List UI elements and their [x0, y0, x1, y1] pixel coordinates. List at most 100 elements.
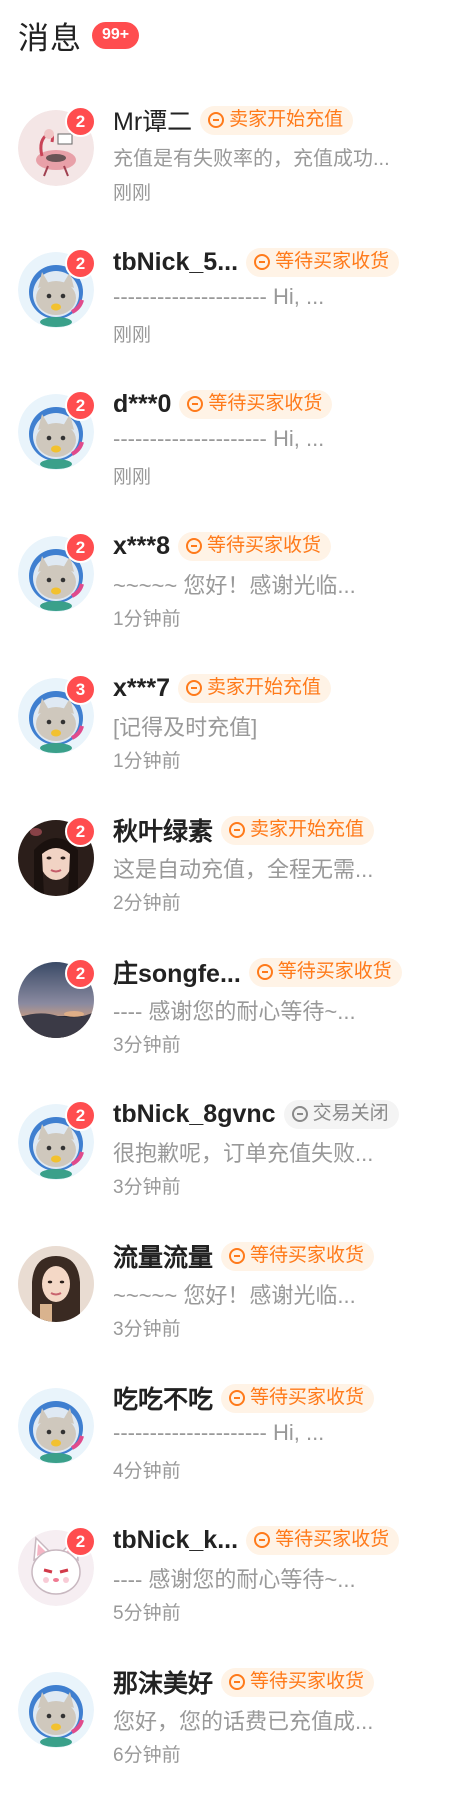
- avatar-wrapper: 2: [18, 390, 96, 470]
- avatar-wrapper: 2: [18, 958, 96, 1038]
- message-preview: --------------------- Hi, ...: [113, 284, 325, 309]
- message-time: 3分钟前: [113, 1319, 181, 1340]
- conversation-item[interactable]: 吃吃不吃 等待买家收货 --------------------- Hi, ... 4…: [0, 1376, 460, 1518]
- contact-name: 秋叶绿素: [113, 818, 214, 846]
- minus-circle-icon: [186, 537, 202, 554]
- message-time: 刚刚: [113, 183, 152, 204]
- contact-name: tbNick_5...: [113, 247, 239, 276]
- order-status-label: 等待买家收货: [250, 1244, 365, 1266]
- conversation-item[interactable]: 2 tbNick_5... 等待买家收货 --------------------- …: [0, 240, 460, 382]
- minus-circle-icon: [229, 1247, 246, 1264]
- unread-count-badge: 99+: [92, 21, 140, 49]
- message-time: 刚刚: [113, 325, 152, 346]
- conversation-item[interactable]: 3 x***7 卖家开始充值 [记得及时充值] 1分钟前: [0, 666, 460, 808]
- conversation-list: 2 Mr谭二 卖家开始充值 充值是有失败率的，充值成功... 刚刚 2 tbNick_5..…: [0, 98, 460, 1797]
- minus-circle-icon: [291, 1105, 308, 1122]
- woman-photo-avatar: [18, 1246, 94, 1322]
- message-time: 4分钟前: [113, 1461, 181, 1482]
- name-row: tbNick_8gvnc 交易关闭: [113, 1096, 450, 1132]
- order-status-label: 等待买家收货: [277, 960, 392, 982]
- minus-circle-icon: [256, 963, 273, 980]
- message-preview: [记得及时充值]: [113, 715, 258, 740]
- message-preview: --------------------- Hi, ...: [113, 1420, 325, 1445]
- unread-badge: 2: [65, 958, 96, 989]
- order-status-tag: 卖家开始充值: [221, 815, 375, 845]
- name-row: Mr谭二 卖家开始充值: [113, 102, 450, 138]
- minus-circle-icon: [229, 1673, 246, 1690]
- conversation-item[interactable]: 2 秋叶绿素 卖家开始充值 这是自动充值，全程无需... 2分钟前: [0, 808, 460, 950]
- conversation-item[interactable]: 流量流量 等待买家收货 ~~~~~ 您好！感谢光临... 3分钟前: [0, 1234, 460, 1376]
- avatar-wrapper: 2: [18, 1526, 96, 1606]
- conversation-item[interactable]: 那沫美好 等待买家收货 您好，您的话费已充值成... 6分钟前: [0, 1660, 460, 1797]
- order-status-tag: 卖家开始充值: [200, 105, 354, 135]
- order-status-label: 等待买家收货: [207, 534, 322, 556]
- conversation-item[interactable]: 2 x***8 等待买家收货 ~~~~~ 您好！感谢光临... 1分钟前: [0, 524, 460, 666]
- unread-badge: 2: [65, 816, 96, 847]
- message-preview: ~~~~~ 您好！感谢光临...: [113, 1283, 356, 1308]
- avatar-wrapper: [18, 1672, 94, 1748]
- message-preview: 充值是有失败率的，充值成功...: [113, 148, 390, 170]
- conversation-item[interactable]: 2 d***0 等待买家收货 --------------------- Hi, ..…: [0, 382, 460, 524]
- avatar-wrapper: 2: [18, 816, 96, 896]
- conversation-item[interactable]: 2 tbNick_k... 等待买家收货 ---- 感谢您的耐心等待~... 5分钟前: [0, 1518, 460, 1660]
- name-row: x***7 卖家开始充值: [113, 670, 450, 706]
- order-status-label: 卖家开始充值: [229, 108, 344, 130]
- message-time: 3分钟前: [113, 1035, 181, 1056]
- contact-name: Mr谭二: [113, 108, 193, 136]
- order-status-label: 等待买家收货: [275, 1528, 390, 1550]
- avatar-wrapper: 2: [18, 106, 96, 186]
- unread-badge: 3: [65, 674, 96, 705]
- page-title: 消息: [18, 20, 82, 56]
- minus-circle-icon: [229, 821, 246, 838]
- contact-name: 吃吃不吃: [113, 1386, 214, 1414]
- name-row: 流量流量 等待买家收货: [113, 1238, 450, 1274]
- message-time: 刚刚: [113, 467, 152, 488]
- contact-name: tbNick_k...: [113, 1525, 239, 1554]
- unread-badge: 2: [65, 390, 96, 421]
- minus-circle-icon: [254, 1531, 271, 1548]
- message-time: 1分钟前: [113, 609, 181, 630]
- name-row: x***8 等待买家收货: [113, 528, 450, 564]
- name-row: tbNick_5... 等待买家收货: [113, 244, 450, 280]
- default-cat-avatar: [18, 1388, 94, 1464]
- order-status-tag: 等待买家收货: [221, 1383, 375, 1413]
- avatar-wrapper: 2: [18, 1100, 96, 1180]
- minus-circle-icon: [186, 679, 202, 696]
- avatar-wrapper: [18, 1388, 94, 1464]
- contact-name: 流量流量: [113, 1244, 214, 1272]
- minus-circle-icon: [187, 395, 204, 412]
- avatar-wrapper: [18, 1246, 94, 1322]
- minus-circle-icon: [254, 253, 271, 270]
- contact-name: 那沫美好: [113, 1670, 214, 1698]
- order-status-label: 卖家开始充值: [250, 818, 365, 840]
- message-preview: ---- 感谢您的耐心等待~...: [113, 1567, 356, 1592]
- message-preview: ---- 感谢您的耐心等待~...: [113, 999, 356, 1024]
- name-row: tbNick_k... 等待买家收货: [113, 1522, 450, 1558]
- minus-circle-icon: [229, 1389, 246, 1406]
- order-status-label: 等待买家收货: [275, 250, 390, 272]
- conversation-item[interactable]: 2 庄songfe... 等待买家收货 ---- 感谢您的耐心等待~... 3分钟前: [0, 950, 460, 1092]
- unread-badge: 2: [65, 532, 96, 563]
- message-preview: --------------------- Hi, ...: [113, 426, 325, 451]
- message-preview: ~~~~~ 您好！感谢光临...: [113, 573, 356, 598]
- contact-name: tbNick_8gvnc: [113, 1099, 276, 1128]
- order-status-tag: 等待买家收货: [246, 1525, 400, 1555]
- conversation-item[interactable]: 2 Mr谭二 卖家开始充值充值是有失败率的，充值成功... 刚刚: [0, 98, 460, 240]
- unread-badge: 2: [65, 1526, 96, 1557]
- contact-name: x***8: [113, 531, 170, 560]
- message-preview: 这是自动充值，全程无需...: [113, 857, 374, 882]
- order-status-label: 等待买家收货: [250, 1386, 365, 1408]
- message-time: 5分钟前: [113, 1603, 181, 1624]
- minus-circle-icon: [208, 111, 225, 128]
- order-status-label: 交易关闭: [312, 1102, 389, 1124]
- unread-badge: 2: [65, 1100, 96, 1131]
- conversation-item[interactable]: 2 tbNick_8gvnc 交易关闭 很抱歉呢，订单充值失败... 3分钟前: [0, 1092, 460, 1234]
- order-status-tag: 等待买家收货: [221, 1241, 375, 1271]
- order-status-tag: 卖家开始充值: [178, 673, 332, 703]
- order-status-tag: 等待买家收货: [246, 247, 400, 277]
- name-row: 吃吃不吃 等待买家收货: [113, 1380, 450, 1416]
- order-status-tag: 等待买家收货: [221, 1667, 375, 1697]
- contact-name: x***7: [113, 673, 170, 702]
- unread-badge: 2: [65, 248, 96, 279]
- order-status-tag: 交易关闭: [283, 1099, 399, 1129]
